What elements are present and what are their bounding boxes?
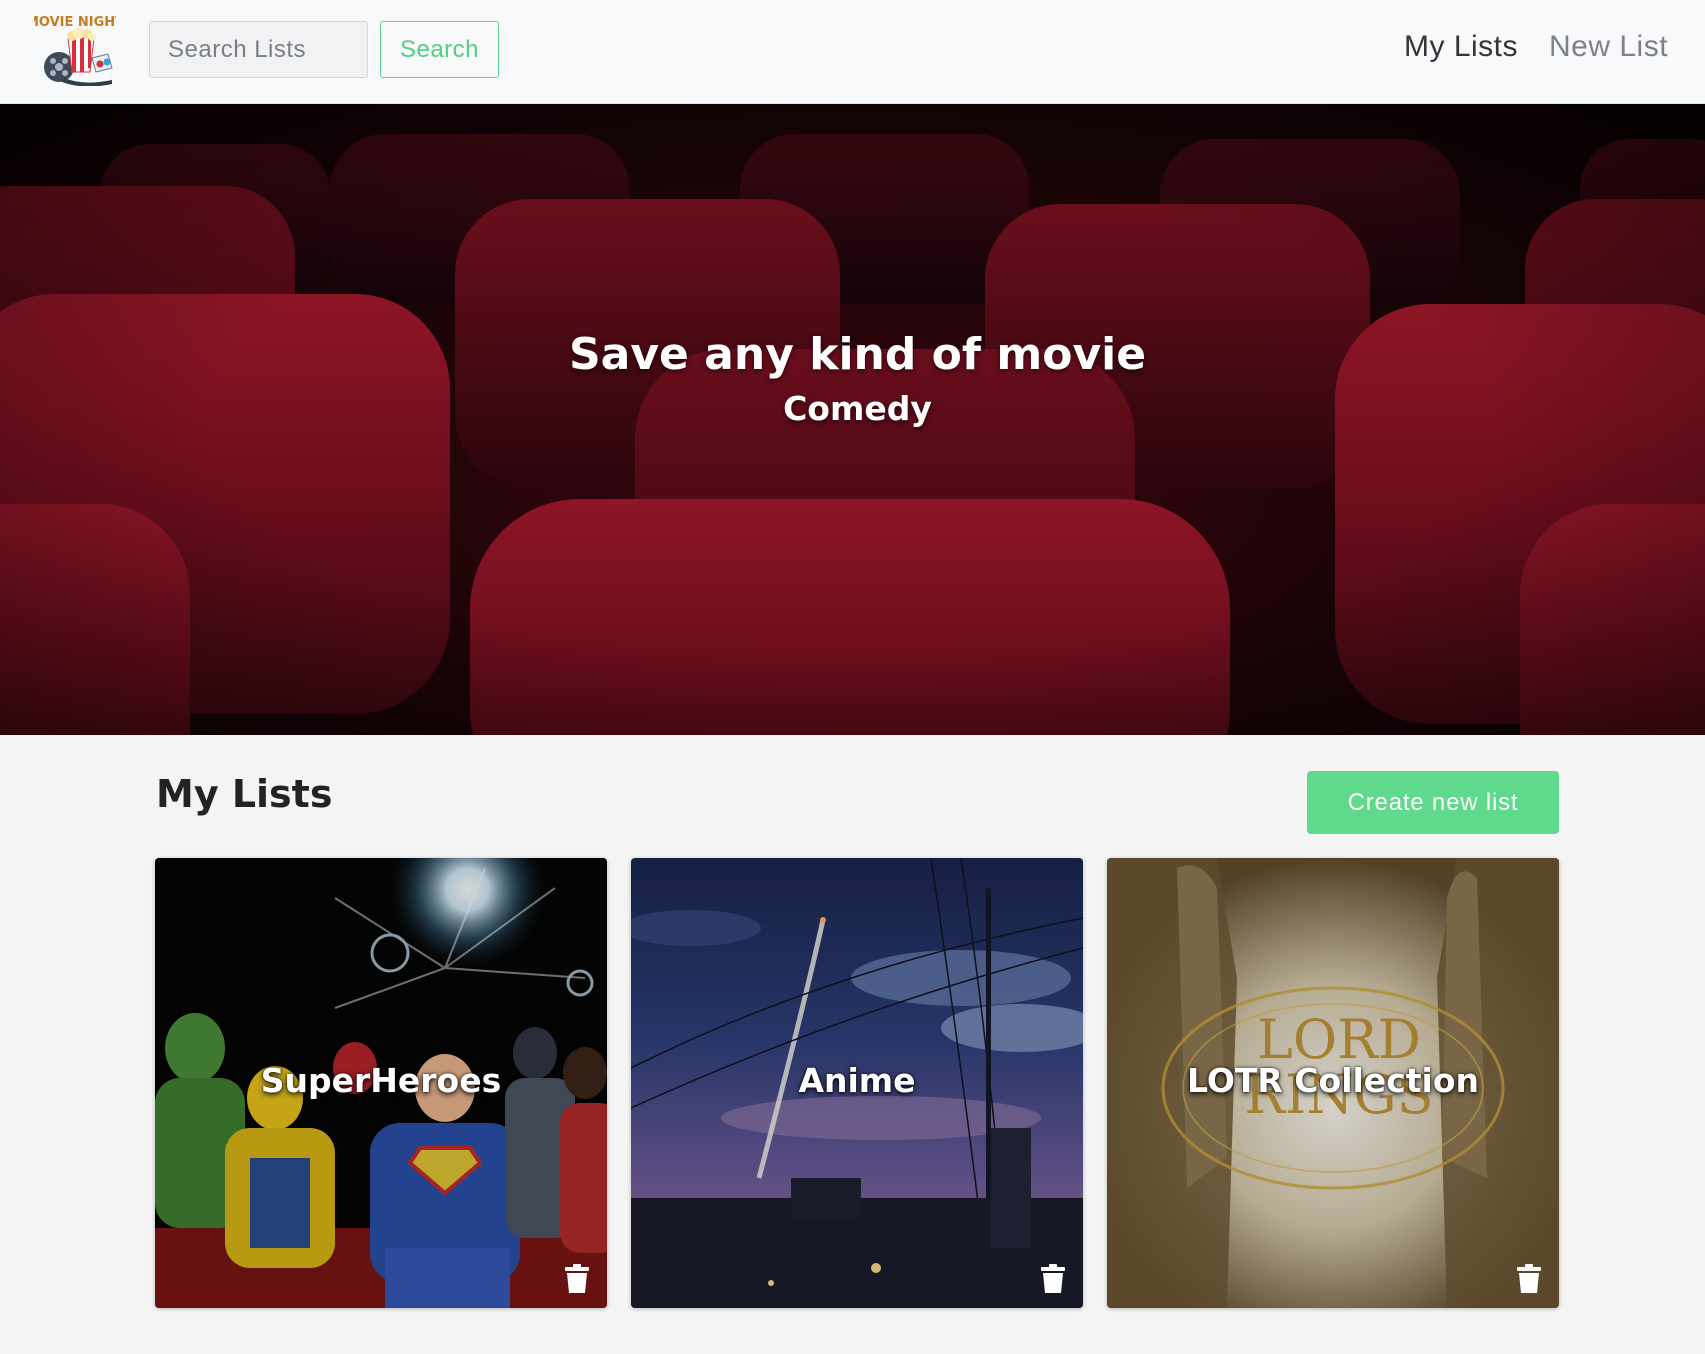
hero-banner: Save any kind of movie Comedy xyxy=(0,104,1705,735)
trash-icon[interactable] xyxy=(564,1264,590,1294)
my-lists-heading: My Lists xyxy=(156,772,333,816)
card-title: LOTR Collection xyxy=(1186,1061,1480,1100)
hero-subtitle: Comedy xyxy=(783,389,932,428)
card-title: SuperHeroes xyxy=(260,1061,502,1100)
hero-title: Save any kind of movie xyxy=(568,329,1147,380)
list-card-superheroes[interactable]: SuperHeroes xyxy=(155,858,607,1308)
trash-icon[interactable] xyxy=(1516,1264,1542,1294)
nav-my-lists-link[interactable]: My Lists xyxy=(1404,30,1518,64)
nav-new-list-link[interactable]: New List xyxy=(1549,30,1668,64)
search-button[interactable]: Search xyxy=(380,21,499,78)
trash-icon[interactable] xyxy=(1040,1264,1066,1294)
list-card-lotr-collection[interactable]: LORD RINGS LOTR Collection xyxy=(1107,858,1559,1308)
search-input[interactable] xyxy=(149,21,368,78)
brand-logo[interactable]: MOVIE NIGHT xyxy=(26,12,124,87)
list-card-anime[interactable]: Anime xyxy=(631,858,1083,1308)
card-title: Anime xyxy=(798,1061,916,1100)
logo-text: MOVIE NIGHT xyxy=(34,15,116,30)
navbar: MOVIE NIGHT Search My Lists New List xyxy=(0,0,1705,104)
create-new-list-button[interactable]: Create new list xyxy=(1307,771,1559,834)
